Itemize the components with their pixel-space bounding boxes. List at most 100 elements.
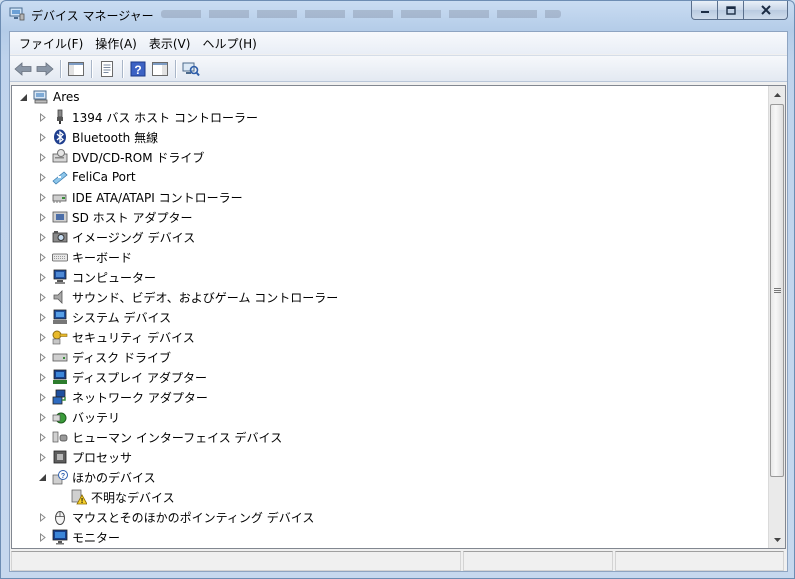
toolbar-separator — [60, 59, 61, 78]
collapsed-triangle-icon — [39, 192, 46, 202]
tree-item-17[interactable]: ヒューマン インターフェイス デバイス — [37, 427, 282, 447]
collapsed-triangle-icon — [39, 232, 46, 242]
tree-item-5[interactable]: IDE ATA/ATAPI コントローラー — [37, 187, 243, 207]
scan-hardware-button[interactable] — [180, 58, 202, 80]
tree-expander[interactable] — [37, 432, 47, 442]
tree-expander[interactable] — [37, 132, 47, 142]
menu-view[interactable]: 表示(V) — [144, 33, 198, 54]
tree-item-22[interactable]: モニター — [37, 527, 120, 547]
tree-expander[interactable] — [37, 412, 47, 422]
collapsed-triangle-icon — [39, 432, 46, 442]
tree-expander[interactable] — [37, 512, 47, 522]
tree-item-7[interactable]: イメージング デバイス — [37, 227, 195, 247]
tree-expander[interactable] — [37, 272, 47, 282]
minimize-button[interactable] — [691, 1, 718, 20]
tree-item-3[interactable]: DVD/CD-ROM ドライブ — [37, 147, 204, 167]
toolbar: ? — [10, 55, 787, 82]
tree-expander[interactable] — [37, 392, 47, 402]
collapsed-triangle-icon — [39, 352, 46, 362]
tree-expander[interactable] — [37, 292, 47, 302]
tree-item-6[interactable]: SD ホスト アダプター — [37, 207, 193, 227]
forward-button[interactable] — [34, 58, 56, 80]
tree-item-9[interactable]: コンピューター — [37, 267, 156, 287]
toolbar-separator — [91, 59, 92, 78]
tree-item-label: ディスク ドライブ — [72, 350, 171, 365]
tree-item-label: IDE ATA/ATAPI コントローラー — [72, 190, 243, 205]
tree-item-label: プロセッサ — [72, 450, 133, 465]
maximize-button[interactable] — [718, 1, 744, 20]
collapsed-triangle-icon — [39, 172, 46, 182]
tree-expander[interactable] — [37, 472, 47, 482]
show-hide-console-tree-button[interactable] — [65, 58, 87, 80]
tree-item-19[interactable]: ? ほかのデバイス — [37, 467, 156, 487]
tree-expander[interactable] — [37, 192, 47, 202]
tree-expander[interactable] — [37, 252, 47, 262]
expanded-triangle-icon — [38, 473, 46, 481]
tree-item-21[interactable]: マウスとそのほかのポインティング デバイス — [37, 507, 314, 527]
device-tree-list: Ares 1394 バス ホスト コントローラー Bluetooth 無線 DVD/C… — [12, 86, 769, 548]
keyboard-icon — [52, 249, 68, 265]
collapsed-triangle-icon — [39, 112, 46, 122]
tree-expander[interactable] — [37, 332, 47, 342]
tree-item-label: Ares — [53, 90, 80, 104]
tree-expander[interactable] — [37, 312, 47, 322]
computer-icon — [52, 269, 68, 285]
tree-item-15[interactable]: ネットワーク アダプター — [37, 387, 208, 407]
tree-item-18[interactable]: プロセッサ — [37, 447, 132, 467]
tree-item-20[interactable]: ! 不明なデバイス — [56, 487, 175, 507]
tree-item-2[interactable]: Bluetooth 無線 — [37, 127, 158, 147]
menu-help[interactable]: ヘルプ(H) — [197, 33, 263, 54]
close-button[interactable] — [744, 1, 788, 20]
tree-item-16[interactable]: バッテリ — [37, 407, 120, 427]
tree-item-label: サウンド、ビデオ、およびゲーム コントローラー — [72, 290, 339, 305]
title-bar[interactable]: デバイス マネージャー — [1, 1, 794, 29]
vertical-scrollbar[interactable] — [768, 86, 785, 548]
tree-expander[interactable] — [37, 112, 47, 122]
help-icon: ? — [130, 61, 146, 77]
speaker-icon — [52, 289, 68, 305]
tree-item-label: FeliCa Port — [72, 170, 136, 184]
help-button[interactable]: ? — [127, 58, 149, 80]
tree-item-11[interactable]: システム デバイス — [37, 307, 171, 327]
back-button[interactable] — [12, 58, 34, 80]
collapsed-triangle-icon — [39, 392, 46, 402]
tree-expander[interactable] — [18, 92, 28, 102]
tree-expander[interactable] — [37, 232, 47, 242]
battery-icon — [52, 409, 68, 425]
tree-expander[interactable] — [37, 372, 47, 382]
dvd-drive-icon — [52, 149, 68, 165]
device-tree[interactable]: Ares 1394 バス ホスト コントローラー Bluetooth 無線 DVD/C… — [11, 85, 786, 549]
action-pane-button[interactable] — [149, 58, 171, 80]
sd-host-icon — [52, 209, 68, 225]
tree-item-13[interactable]: ディスク ドライブ — [37, 347, 171, 367]
hid-icon — [52, 429, 68, 445]
close-icon — [760, 5, 771, 15]
menu-action[interactable]: 操作(A) — [90, 33, 144, 54]
tree-item-1[interactable]: 1394 バス ホスト コントローラー — [37, 107, 258, 127]
tree-root-computer[interactable]: Ares — [18, 87, 80, 107]
tree-item-10[interactable]: サウンド、ビデオ、およびゲーム コントローラー — [37, 287, 338, 307]
tree-expander[interactable] — [37, 532, 47, 542]
unknown-device-warning-icon: ! — [71, 489, 88, 505]
felica-icon — [52, 169, 68, 185]
properties-button[interactable] — [96, 58, 118, 80]
tree-expander[interactable] — [37, 212, 47, 222]
tree-item-14[interactable]: ディスプレイ アダプター — [37, 367, 207, 387]
tree-expander[interactable] — [37, 352, 47, 362]
scroll-down-button[interactable] — [769, 531, 786, 548]
usb-plug-icon — [52, 109, 68, 125]
menu-file[interactable]: ファイル(F) — [14, 33, 90, 54]
tree-expander[interactable] — [37, 172, 47, 182]
scroll-thumb[interactable] — [770, 104, 784, 477]
tree-item-8[interactable]: キーボード — [37, 247, 132, 267]
tree-expander[interactable] — [37, 152, 47, 162]
display-adapter-icon — [52, 369, 68, 385]
tree-expander[interactable] — [37, 452, 47, 462]
collapsed-triangle-icon — [39, 372, 46, 382]
chevron-up-icon — [774, 92, 781, 97]
maximize-icon — [725, 5, 736, 15]
tree-item-4[interactable]: FeliCa Port — [37, 167, 136, 187]
collapsed-triangle-icon — [39, 412, 46, 422]
scroll-up-button[interactable] — [769, 86, 786, 103]
tree-item-12[interactable]: セキュリティ デバイス — [37, 327, 195, 347]
